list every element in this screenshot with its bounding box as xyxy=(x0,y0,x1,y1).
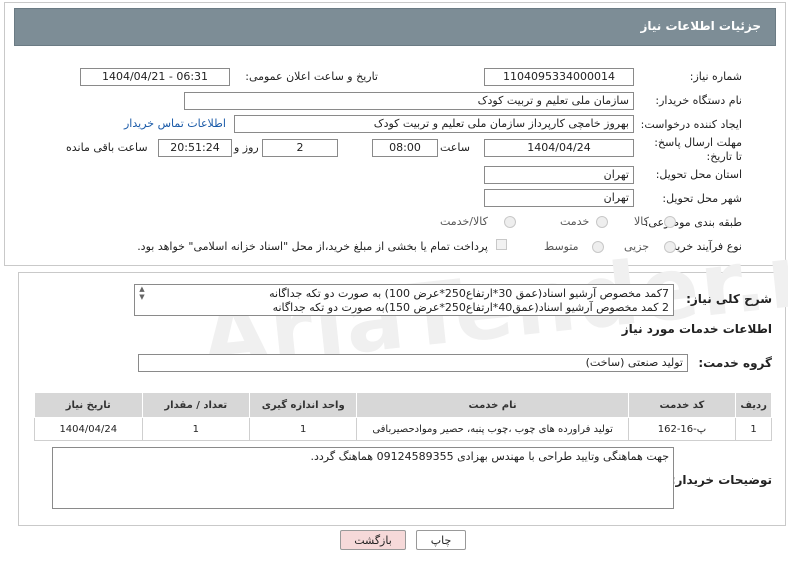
services-table: ردیف کد خدمت نام خدمت واحد اندازه گیری ت… xyxy=(34,392,772,441)
days-field: 2 xyxy=(262,139,338,157)
buyer-contact-link[interactable]: اطلاعات تماس خریدار xyxy=(124,117,226,130)
col-name: نام خدمت xyxy=(356,392,629,418)
scroll-down-icon[interactable]: ▼ xyxy=(136,293,148,301)
cell-date: 1404/04/24 xyxy=(34,417,143,441)
col-code: کد خدمت xyxy=(627,392,737,418)
scroll-up-icon[interactable]: ▲ xyxy=(136,285,148,293)
deadline-label: مهلت ارسال پاسخ: تا تاریخ: xyxy=(654,136,742,163)
page-header: جزئیات اطلاعات نیاز xyxy=(14,8,776,46)
category-service-radio[interactable] xyxy=(596,216,608,228)
announce-label: تاریخ و ساعت اعلان عمومی: xyxy=(245,70,378,83)
category-goods-service-radio[interactable] xyxy=(504,216,516,228)
deadline-date-field: 1404/04/24 xyxy=(484,139,634,157)
province-field: تهران xyxy=(484,166,634,184)
description-line-1: 7کمد مخصوص آرشیو اسناد(عمق 30*ارتفاع250*… xyxy=(269,287,669,300)
days-label: روز و xyxy=(234,141,259,154)
buyer-org-label: نام دستگاه خریدار: xyxy=(655,94,742,107)
category-service-label: خدمت xyxy=(560,215,590,228)
cell-code: پ-16-162 xyxy=(627,417,737,441)
remaining-time-field: 20:51:24 xyxy=(158,139,232,157)
page-title: جزئیات اطلاعات نیاز xyxy=(640,19,761,33)
category-goods-radio[interactable] xyxy=(664,216,676,228)
cell-name: تولید فراورده های چوب ،چوب پنبه، حصیر وم… xyxy=(356,417,629,441)
creator-field: بهروز خامچی کارپرداز سازمان ملی تعلیم و … xyxy=(234,115,634,133)
need-number-label: شماره نیاز: xyxy=(689,70,742,83)
treasury-note: پرداخت تمام یا بخشی از مبلغ خرید،از محل … xyxy=(137,240,488,253)
table-row: 1 پ-16-162 تولید فراورده های چوب ،چوب پن… xyxy=(34,417,772,441)
description-line-2: 2 کمد مخصوص آرشیو اسناد(عمق40*ارتفاع250*… xyxy=(272,301,669,314)
col-date: تاریخ نیاز xyxy=(34,392,143,418)
treasury-checkbox[interactable] xyxy=(496,239,507,250)
city-label: شهر محل تحویل: xyxy=(662,192,742,205)
category-goods-service-label: کالا/خدمت xyxy=(440,215,488,228)
col-unit: واحد اندازه گیری xyxy=(248,392,358,418)
creator-label: ایجاد کننده درخواست: xyxy=(640,118,742,131)
province-label: استان محل تحویل: xyxy=(655,168,742,181)
buyer-notes-label: توضیحات خریدار: xyxy=(670,473,772,487)
services-section-title: اطلاعات خدمات مورد نیاز xyxy=(621,322,772,336)
description-textarea[interactable]: 7کمد مخصوص آرشیو اسناد(عمق 30*ارتفاع250*… xyxy=(134,284,674,316)
cell-qty: 1 xyxy=(141,417,251,441)
service-group-label: گروه خدمت: xyxy=(698,356,772,370)
service-group-field: تولید صنعتی (ساخت) xyxy=(138,354,688,372)
deadline-time-label: ساعت xyxy=(440,141,470,154)
cell-unit: 1 xyxy=(248,417,358,441)
print-button[interactable]: چاپ xyxy=(416,530,466,550)
buyer-org-field: سازمان ملی تعلیم و تربیت کودک xyxy=(184,92,634,110)
back-button[interactable]: بازگشت xyxy=(340,530,406,550)
col-row: ردیف xyxy=(735,392,772,418)
city-field: تهران xyxy=(484,189,634,207)
table-header-row: ردیف کد خدمت نام خدمت واحد اندازه گیری ت… xyxy=(34,392,772,418)
category-goods-label: کالا xyxy=(634,215,649,228)
description-label: شرح کلی نیاز: xyxy=(686,292,772,306)
remaining-label: ساعت باقی مانده xyxy=(66,141,148,154)
category-label: طبقه بندی موضوعی: xyxy=(644,216,742,229)
announce-datetime-field: 1404/04/21 - 06:31 xyxy=(80,68,230,86)
need-number-field: 1104095334000014 xyxy=(484,68,634,86)
col-qty: تعداد / مقدار xyxy=(141,392,251,418)
cell-row: 1 xyxy=(735,417,772,441)
buyer-notes-textarea[interactable]: جهت هماهنگی وتایید طراحی با مهندس بهزادی… xyxy=(52,447,674,509)
deadline-time-field: 08:00 xyxy=(372,139,438,157)
description-scrollbar[interactable]: ▲ ▼ xyxy=(136,285,148,315)
